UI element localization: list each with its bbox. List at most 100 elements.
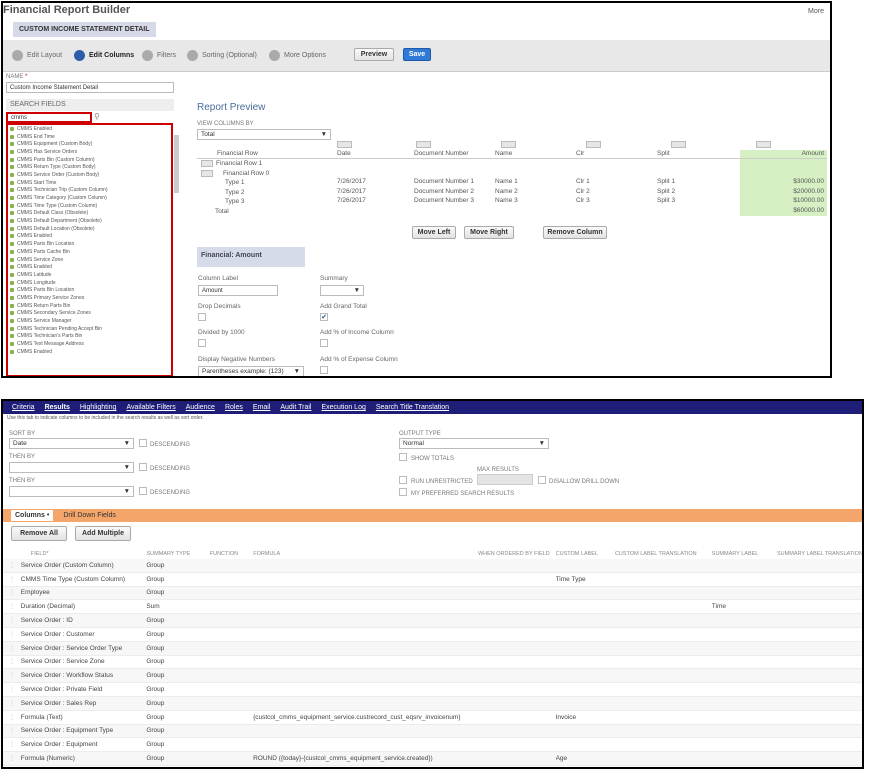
add-pct-income-checkbox[interactable]	[320, 339, 328, 347]
view-columns-select[interactable]: Total ▼	[197, 129, 331, 140]
tab-search-title-translation[interactable]: Search Title Translation	[371, 401, 454, 414]
then-by-select-1[interactable]: ▼	[9, 462, 134, 473]
table-row[interactable]: ⋮ Formula (Numeric) Group ROUND ({today}-{c…	[3, 752, 862, 766]
move-left-button[interactable]: Move Left	[412, 226, 456, 239]
drag-handle-icon[interactable]: ⋮	[3, 576, 21, 583]
drag-handle-icon[interactable]: ⋮	[3, 631, 21, 638]
show-totals-checkbox[interactable]	[399, 453, 407, 461]
search-result-item[interactable]: CMMS Parts Cache Bin	[8, 248, 171, 256]
tab-audience[interactable]: Audience	[181, 401, 220, 414]
table-cell[interactable]: Duration (Decimal)	[21, 603, 147, 610]
step-edit-layout[interactable]: Edit Layout	[12, 50, 62, 61]
search-result-item[interactable]: CMMS Primary Service Zones	[8, 294, 171, 302]
tab-criteria[interactable]: Criteria	[7, 401, 40, 414]
drag-handle-icon[interactable]: ⋮	[3, 603, 21, 610]
search-result-item[interactable]: CMMS Enabled	[8, 263, 171, 271]
edit-column-icon[interactable]	[756, 141, 771, 148]
search-result-item[interactable]: CMMS Parts Bin (Custom Column)	[8, 156, 171, 164]
tab-email[interactable]: Email	[248, 401, 276, 414]
table-cell[interactable]: Service Order : Customer	[21, 631, 147, 638]
edit-column-icon[interactable]	[416, 141, 431, 148]
drag-handle-icon[interactable]: ⋮	[3, 562, 21, 569]
drag-handle-icon[interactable]: ⋮	[3, 741, 21, 748]
tab-audit-trail[interactable]: Audit Trail	[275, 401, 316, 414]
table-row[interactable]: ⋮ Service Order : Service Zone Group	[3, 656, 862, 670]
search-result-item[interactable]: CMMS Parts Bin Location	[8, 286, 171, 294]
search-icon[interactable]: ⚲	[94, 112, 100, 121]
tab-roles[interactable]: Roles	[220, 401, 248, 414]
table-row[interactable]: ⋮ Service Order (Custom Column) Group	[3, 559, 862, 573]
table-cell[interactable]: Service Order : Private Field	[21, 686, 147, 693]
edit-column-icon[interactable]	[337, 141, 352, 148]
search-results-list[interactable]: CMMS Enabled CMMS End Time CMMS Equipment …	[6, 123, 173, 376]
edit-row-icon[interactable]	[201, 160, 213, 168]
output-type-select[interactable]: Normal ▼	[399, 438, 549, 449]
search-result-item[interactable]: CMMS End Time	[8, 133, 171, 141]
remove-column-button[interactable]: Remove Column	[543, 226, 607, 239]
table-cell[interactable]: Service Order : Service Zone	[21, 658, 147, 665]
tab-drill-down-fields[interactable]: Drill Down Fields	[63, 512, 116, 519]
edit-column-icon[interactable]	[671, 141, 686, 148]
drag-handle-icon[interactable]: ⋮	[3, 700, 21, 707]
search-result-item[interactable]: CMMS Technician Trip (Custom Column)	[8, 187, 171, 195]
table-row[interactable]: ⋮ Service Order : Equipment Type Group	[3, 724, 862, 739]
drag-handle-icon[interactable]: ⋮	[3, 672, 21, 679]
edit-column-icon[interactable]	[586, 141, 601, 148]
drop-decimals-checkbox[interactable]	[198, 313, 206, 321]
search-result-item[interactable]: CMMS Service Zone	[8, 256, 171, 264]
search-result-item[interactable]: CMMS Default Class (Obsolete)	[8, 210, 171, 218]
drag-handle-icon[interactable]: ⋮	[3, 714, 21, 721]
search-result-item[interactable]: CMMS Technician Pending Accept Bin	[8, 325, 171, 333]
search-result-item[interactable]: CMMS Service Manager	[8, 317, 171, 325]
sort-by-select[interactable]: Date ▼	[9, 438, 134, 449]
table-row[interactable]: ⋮ Service Order : ID Group	[3, 614, 862, 628]
search-result-item[interactable]: CMMS Text Message Address	[8, 340, 171, 348]
table-row[interactable]: ⋮ Service Order : Customer Group	[3, 628, 862, 642]
search-result-item[interactable]: CMMS Return Parts Bin	[8, 302, 171, 310]
search-result-item[interactable]: CMMS Time Category (Custom Column)	[8, 194, 171, 202]
search-result-item[interactable]: CMMS Enabled	[8, 125, 171, 133]
search-result-item[interactable]: CMMS Parts Bin Location	[8, 240, 171, 248]
then-by-select-2[interactable]: ▼	[9, 486, 134, 497]
table-cell[interactable]: Service Order : Sales Rep	[21, 700, 147, 707]
tab-columns[interactable]: Columns •	[11, 510, 54, 521]
search-input[interactable]: cmms	[6, 112, 92, 123]
drag-handle-icon[interactable]: ⋮	[3, 658, 21, 665]
search-result-item[interactable]: CMMS Has Service Orders	[8, 148, 171, 156]
run-unrestricted-checkbox[interactable]	[399, 476, 407, 484]
add-pct-expense-checkbox[interactable]	[320, 366, 328, 374]
step-more-options[interactable]: More Options	[269, 50, 326, 61]
preview-button[interactable]: Preview	[354, 48, 394, 61]
scrollbar[interactable]	[174, 135, 179, 193]
table-cell[interactable]: Service Order : Equipment Type	[21, 727, 147, 734]
move-right-button[interactable]: Move Right	[464, 226, 514, 239]
table-row[interactable]: ⋮ Duration (Decimal) Sum Time	[3, 600, 862, 615]
tab-results[interactable]: Results	[40, 401, 75, 414]
max-results-input[interactable]	[477, 474, 533, 485]
step-edit-columns[interactable]: Edit Columns	[74, 50, 134, 61]
search-result-item[interactable]: CMMS Equipment (Custom Body)	[8, 140, 171, 148]
search-result-item[interactable]: CMMS Enabled	[8, 348, 171, 356]
search-result-item[interactable]: CMMS Start Time	[8, 179, 171, 187]
summary-select[interactable]: ▼	[320, 285, 364, 296]
table-cell[interactable]: Service Order : Workflow Status	[21, 672, 147, 679]
descending-checkbox[interactable]	[139, 487, 147, 495]
name-field[interactable]: Custom Income Statement Detail	[6, 82, 174, 93]
table-row[interactable]: ⋮ Service Order : Workflow Status Group	[3, 669, 862, 684]
table-row[interactable]: ⋮ CMMS Time Type (Custom Column) Group Time…	[3, 573, 862, 587]
table-row[interactable]: ⋮ Service Order : Equipment Group	[3, 738, 862, 753]
add-grand-total-checkbox[interactable]: ✔	[320, 313, 328, 321]
disallow-drill-down-checkbox[interactable]	[538, 476, 546, 484]
search-result-item[interactable]: CMMS Time Type (Custom Column)	[8, 202, 171, 210]
table-cell[interactable]: Service Order : ID	[21, 617, 147, 624]
step-filters[interactable]: Filters	[142, 50, 176, 61]
display-negative-select[interactable]: Parentheses example: (123) ▼	[198, 366, 304, 376]
search-result-item[interactable]: CMMS Technician's Parts Bin	[8, 333, 171, 341]
tab-execution-log[interactable]: Execution Log	[316, 401, 370, 414]
table-cell[interactable]: Formula (Numeric)	[21, 755, 147, 762]
table-cell[interactable]: Employee	[21, 589, 147, 596]
table-cell[interactable]: CMMS Time Type (Custom Column)	[21, 576, 147, 583]
table-row[interactable]: ⋮ Service Order : Service Order Type Group	[3, 641, 862, 656]
tab-available-filters[interactable]: Available Filters	[121, 401, 180, 414]
table-row[interactable]: ⋮ Employee Group	[3, 586, 862, 601]
